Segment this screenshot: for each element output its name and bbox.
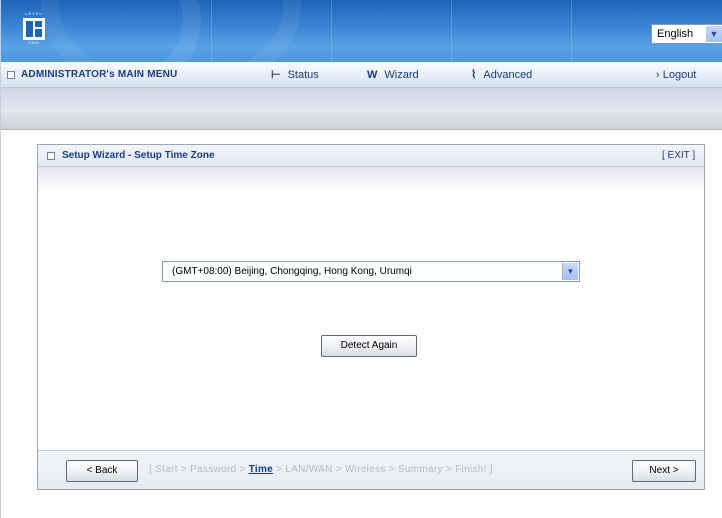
step-current[interactable]: Time: [249, 464, 273, 475]
wizard-panel: Setup Wizard - Setup Time Zone [ EXIT ] …: [37, 144, 705, 490]
timezone-select[interactable]: (GMT+08:00) Beijing, Chongqing, Hong Kon…: [162, 261, 580, 282]
menu-wizard-label: Wizard: [384, 69, 419, 81]
exit-link[interactable]: [ EXIT ]: [662, 150, 695, 161]
status-icon: ⊢: [271, 69, 281, 81]
collapse-icon[interactable]: [47, 152, 55, 160]
banner-decoration: [41, 0, 301, 62]
advanced-icon: ⌇: [471, 69, 477, 81]
logout-link[interactable]: › Logout: [656, 68, 696, 82]
level-one-logo: LEVEL ONE: [21, 12, 47, 48]
menu-admin-main[interactable]: ADMINISTRATOR's MAIN MENU: [21, 68, 177, 82]
menu-wizard[interactable]: W Wizard: [367, 68, 419, 82]
logo-caption: LEVEL: [25, 11, 43, 16]
panel-title-bar: Setup Wizard - Setup Time Zone [ EXIT ]: [38, 145, 704, 167]
logo-mark: [23, 18, 45, 40]
next-button[interactable]: Next >: [632, 460, 696, 482]
collapse-icon: [7, 71, 15, 79]
language-select[interactable]: English ▼: [651, 24, 722, 44]
language-value: English: [657, 28, 694, 40]
chevron-down-icon[interactable]: ▼: [562, 263, 578, 280]
menu-advanced-label: Advanced: [483, 69, 533, 81]
steps-before: [ Start > Password >: [149, 464, 249, 475]
menu-status-label: Status: [287, 69, 319, 81]
menu-advanced[interactable]: ⌇ Advanced: [471, 68, 532, 82]
steps-after: > LAN/WAN > Wireless > Summary > Finish!…: [273, 464, 493, 475]
wizard-icon: W: [367, 69, 378, 81]
app-frame: LEVEL ONE English ▼ ADMINISTRATOR's MAIN…: [0, 0, 722, 518]
panel-header-fade: [38, 167, 704, 193]
panel-title: Setup Wizard - Setup Time Zone: [62, 150, 215, 161]
banner-divider: [571, 0, 572, 62]
detect-again-button[interactable]: Detect Again: [321, 335, 417, 357]
header-band: [1, 88, 722, 108]
main-menu-bar: ADMINISTRATOR's MAIN MENU ⊢ Status W Wizar…: [1, 62, 722, 88]
banner-divider: [331, 0, 332, 62]
toolbar-band: [1, 108, 722, 130]
logo-subcaption: ONE: [28, 40, 40, 45]
back-button[interactable]: < Back: [66, 460, 138, 482]
wizard-steps: [ Start > Password > Time > LAN/WAN > Wi…: [149, 464, 493, 475]
wizard-nav-bar: < Back [ Start > Password > Time > LAN/W…: [38, 450, 704, 489]
timezone-value: (GMT+08:00) Beijing, Chongqing, Hong Kon…: [172, 266, 412, 277]
banner-divider: [211, 0, 212, 62]
banner-divider: [451, 0, 452, 62]
menu-status[interactable]: ⊢ Status: [271, 68, 319, 82]
chevron-down-icon[interactable]: ▼: [706, 26, 722, 42]
header-banner: LEVEL ONE English ▼: [1, 0, 722, 62]
